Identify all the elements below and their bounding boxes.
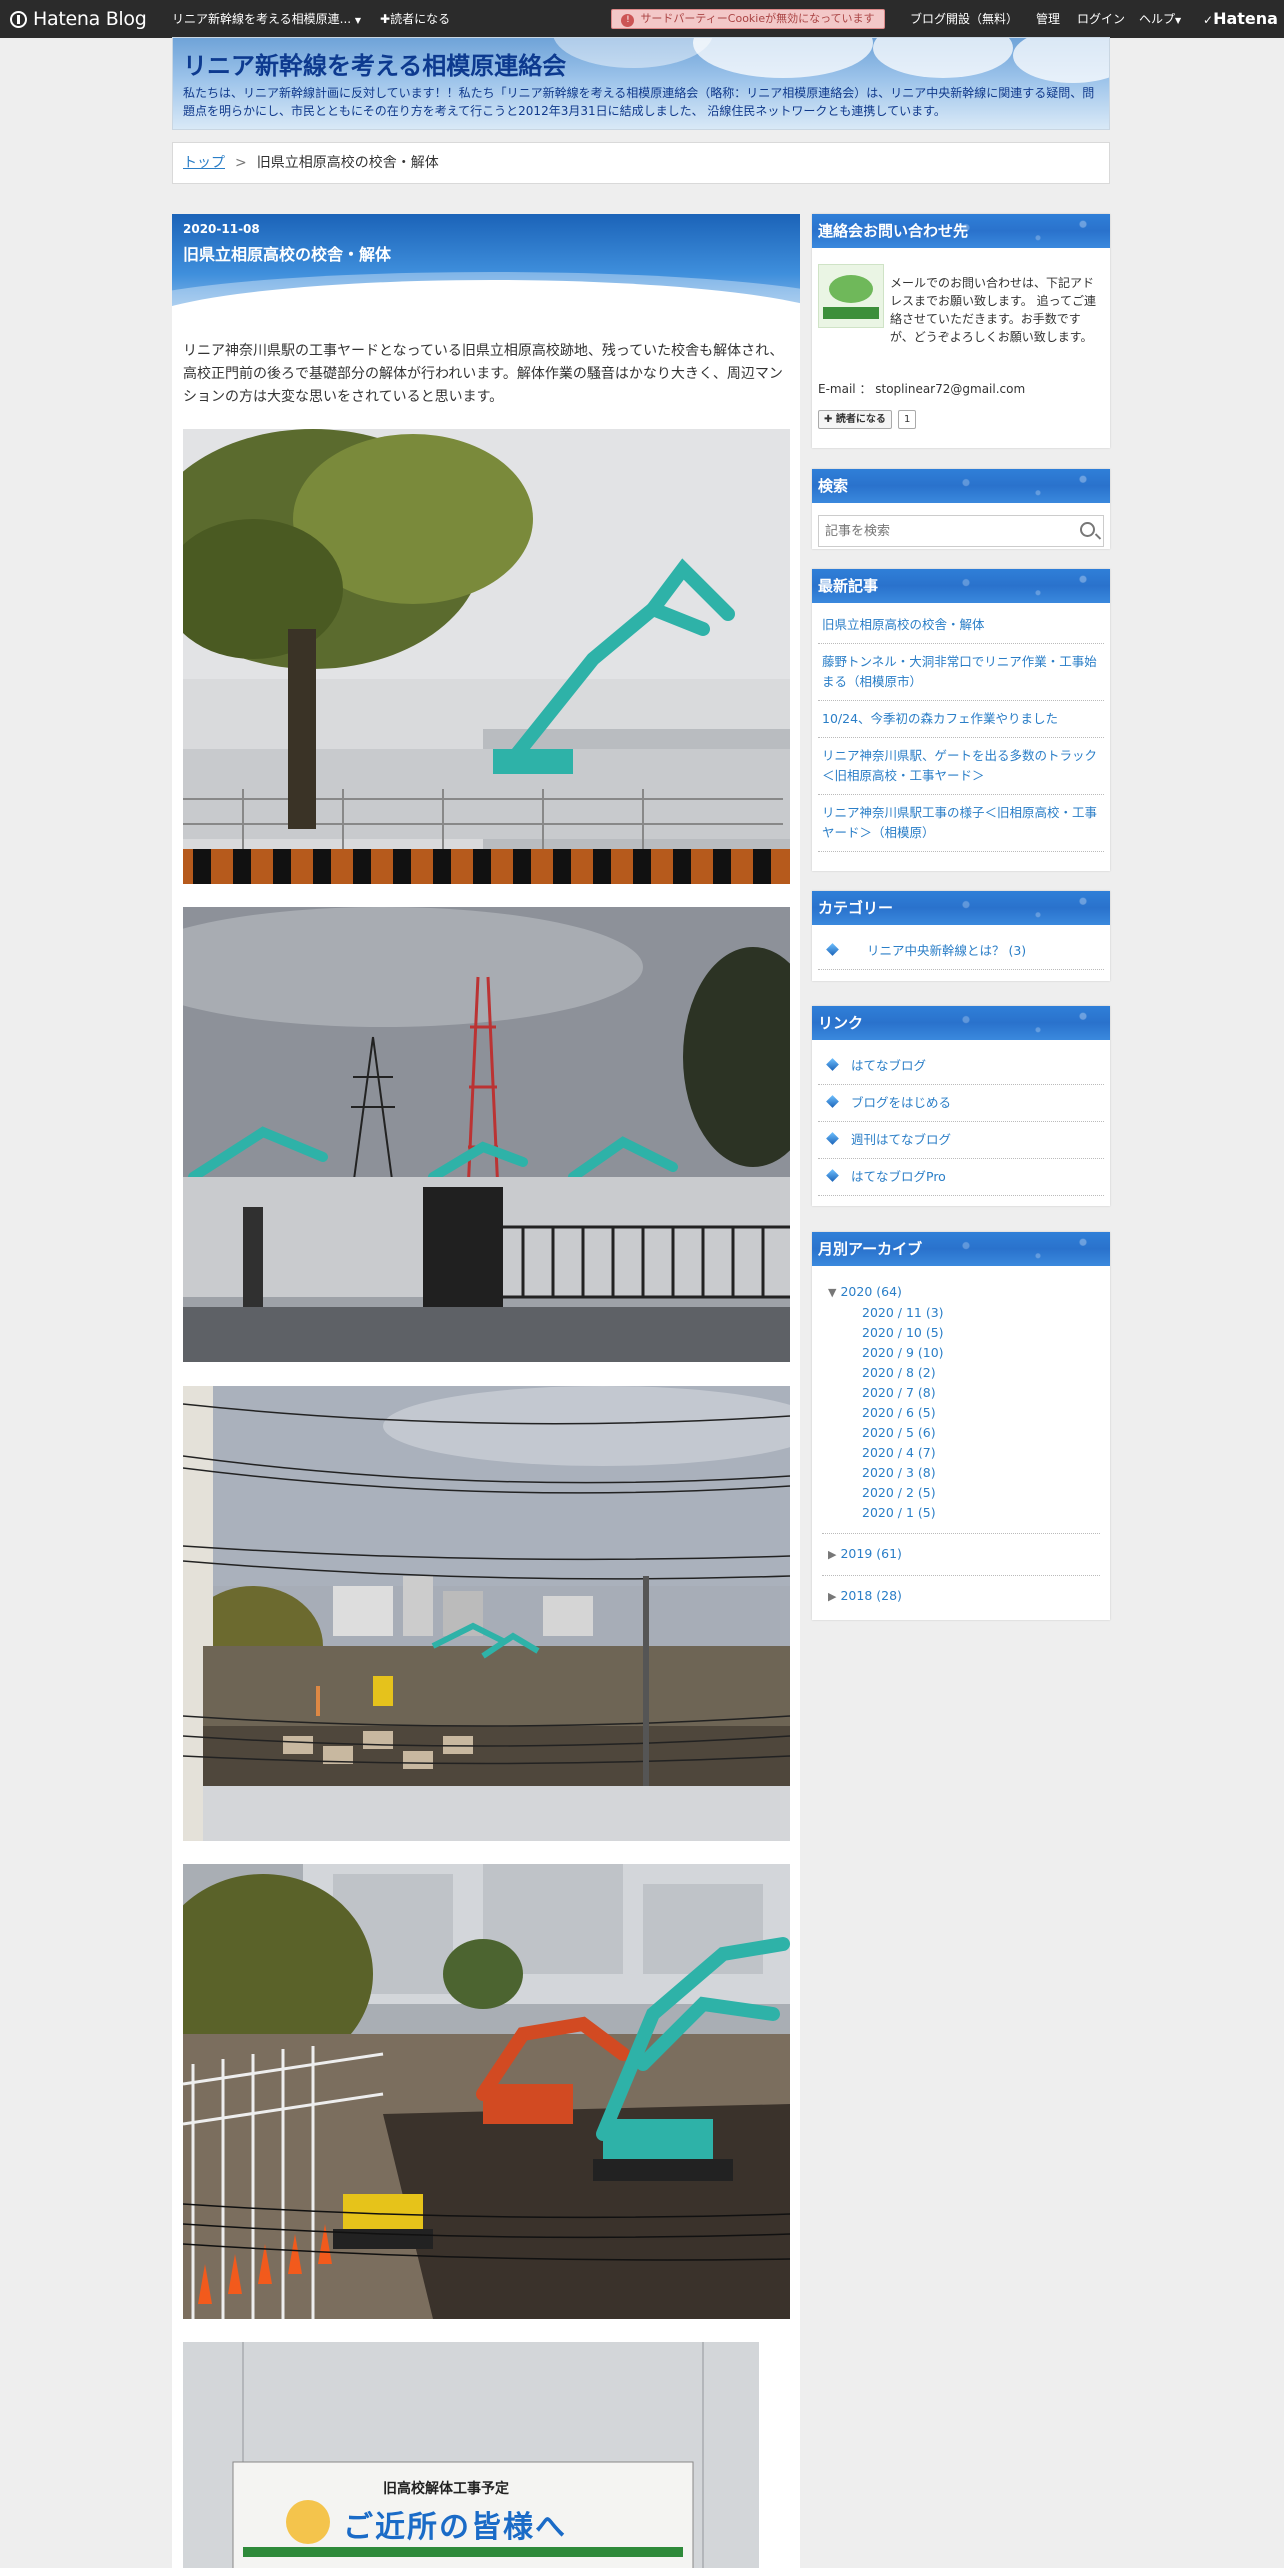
archive-year-2018[interactable]: ▶ 2018 (28) bbox=[818, 1584, 1104, 1607]
archive-month-link[interactable]: 2020 / 6 (5) bbox=[818, 1403, 1104, 1423]
archive-month-link[interactable]: 2020 / 11 (3) bbox=[818, 1303, 1104, 1323]
diamond-bullet-icon bbox=[826, 1132, 839, 1145]
hatena-blog-logo[interactable]: Hatena Blog bbox=[10, 0, 147, 38]
sidebar-archive-module: 月別アーカイブ ▼ 2020 (64) 2020 / 11 (3) 2020 / … bbox=[812, 1232, 1110, 1620]
archive-month-link[interactable]: 2020 / 9 (10) bbox=[818, 1343, 1104, 1363]
hatena-logo[interactable]: ✓Hatena bbox=[1203, 0, 1278, 38]
header-cloud bbox=[553, 38, 713, 68]
sidebar-recent-module: 最新記事 旧県立相原高校の校舎・解体 藤野トンネル・大洞非常口でリニア作業・工事… bbox=[812, 569, 1110, 871]
recent-list: 旧県立相原高校の校舎・解体 藤野トンネル・大洞非常口でリニア作業・工事始まる（相… bbox=[812, 603, 1110, 860]
hatena-bird-icon: ✓ bbox=[1203, 13, 1214, 27]
contact-logo-image bbox=[818, 264, 884, 328]
caret-down-icon: ▼ bbox=[1175, 16, 1182, 25]
archive-divider bbox=[822, 1533, 1100, 1534]
triangle-right-icon: ▶ bbox=[828, 1548, 837, 1561]
module-title-links: リンク bbox=[812, 1006, 1110, 1040]
plus-icon: ✚ bbox=[380, 12, 391, 26]
contact-email: E-mail ： stoplinear72@gmail.com bbox=[818, 382, 1026, 396]
module-title-contact: 連絡会お問い合わせ先 bbox=[812, 214, 1110, 248]
module-title-recent: 最新記事 bbox=[812, 569, 1110, 603]
caret-down-icon: ▼ bbox=[354, 16, 362, 25]
recent-entry-link[interactable]: 藤野トンネル・大洞非常口でリニア作業・工事始まる（相模原市） bbox=[818, 644, 1104, 701]
sidebar-contact-module: 連絡会お問い合わせ先 メールでのお問い合わせは、下記アドレスまでお願い致します。… bbox=[812, 214, 1110, 448]
archive-divider bbox=[822, 1575, 1100, 1576]
archive-year-2019[interactable]: ▶ 2019 (61) bbox=[818, 1542, 1104, 1565]
photo-school-gate[interactable] bbox=[183, 907, 790, 1362]
diamond-bullet-icon bbox=[826, 1058, 839, 1071]
archive-list: ▼ 2020 (64) 2020 / 11 (3) 2020 / 10 (5) 2… bbox=[812, 1266, 1110, 1615]
archive-month-link[interactable]: 2020 / 8 (2) bbox=[818, 1363, 1104, 1383]
triangle-down-icon: ▼ bbox=[828, 1286, 837, 1299]
sign-subtitle: 旧高校解体工事予定 bbox=[383, 2481, 509, 2497]
blog-selector[interactable]: リニア新幹線を考える相模原連... ▼ bbox=[172, 0, 361, 38]
diamond-bullet-icon bbox=[826, 943, 839, 956]
photo-tree-and-excavator[interactable] bbox=[183, 429, 790, 884]
archive-month-link[interactable]: 2020 / 3 (8) bbox=[818, 1463, 1104, 1483]
header-cloud bbox=[873, 38, 1013, 78]
diamond-bullet-icon bbox=[826, 1169, 839, 1182]
entry-body-text: リニア神奈川県駅の工事ヤードとなっている旧県立相原高校跡地、残っていた校舎も解体… bbox=[183, 343, 784, 405]
blog-description: 私たちは、リニア新幹線計画に反対しています！！私たち「リニア新幹線を考える相模原… bbox=[183, 86, 1095, 118]
global-reader-button[interactable]: ✚読者になる bbox=[380, 0, 450, 38]
archive-month-link[interactable]: 2020 / 5 (6) bbox=[818, 1423, 1104, 1443]
header-cloud bbox=[1013, 38, 1109, 83]
search-box bbox=[818, 515, 1104, 547]
login-link[interactable]: ログイン bbox=[1077, 0, 1125, 38]
diamond-bullet-icon bbox=[826, 1095, 839, 1108]
header-cloud bbox=[693, 38, 873, 78]
help-menu[interactable]: ヘルプ▼ bbox=[1139, 0, 1181, 38]
category-list: リニア中央新幹線とは？ (3) bbox=[812, 925, 1110, 978]
link-item[interactable]: ブログをはじめる bbox=[818, 1085, 1104, 1122]
photo-demolition-site-wires[interactable] bbox=[183, 1386, 790, 1841]
article-header: 2020-11-08 旧県立相原高校の校舎・解体 bbox=[172, 214, 800, 314]
cookie-notice[interactable]: ! サードパーティーCookieが無効になっています bbox=[611, 9, 885, 29]
recent-entry-link[interactable]: リニア神奈川県駅、ゲートを出る多数のトラック＜旧相原高校・工事ヤード＞ bbox=[818, 738, 1104, 795]
blog-title[interactable]: リニア新幹線を考える相模原連絡会 bbox=[183, 46, 566, 81]
global-header-bar: Hatena Blog リニア新幹線を考える相模原連... ▼ ✚読者になる !… bbox=[0, 0, 1284, 38]
contact-description: メールでのお問い合わせは、下記アドレスまでお願い致します。 追ってご連絡させてい… bbox=[890, 276, 1097, 344]
admin-link[interactable]: 管理 bbox=[1036, 0, 1060, 38]
sidebar-category-module: カテゴリー リニア中央新幹線とは？ (3) bbox=[812, 891, 1110, 981]
triangle-right-icon: ▶ bbox=[828, 1590, 837, 1603]
open-blog-link[interactable]: ブログ開設（無料） bbox=[910, 0, 1018, 38]
link-item[interactable]: 週刊はてなブログ bbox=[818, 1122, 1104, 1159]
breadcrumb-current: 旧県立相原高校の校舎・解体 bbox=[256, 155, 439, 171]
module-title-search: 検索 bbox=[812, 469, 1110, 503]
search-icon[interactable] bbox=[1080, 522, 1095, 537]
subscriber-count[interactable]: 1 bbox=[898, 410, 917, 429]
plus-icon: ✚ bbox=[824, 414, 836, 425]
link-item[interactable]: はてなブログ bbox=[818, 1048, 1104, 1085]
category-item[interactable]: リニア中央新幹線とは？ (3) bbox=[818, 933, 1104, 970]
breadcrumb-home-link[interactable]: トップ bbox=[183, 155, 225, 171]
entry-title[interactable]: 旧県立相原高校の校舎・解体 bbox=[183, 241, 391, 265]
sign-heading: ご近所の皆様へ bbox=[343, 2510, 567, 2545]
photo-notice-sign[interactable]: 旧高校解体工事予定 ご近所の皆様へ bbox=[183, 2342, 759, 2568]
archive-month-link[interactable]: 2020 / 7 (8) bbox=[818, 1383, 1104, 1403]
search-body bbox=[812, 503, 1110, 559]
breadcrumb: トップ > 旧県立相原高校の校舎・解体 bbox=[172, 142, 1110, 184]
module-title-archive: 月別アーカイブ bbox=[812, 1232, 1110, 1266]
archive-year-2020[interactable]: ▼ 2020 (64) bbox=[818, 1280, 1104, 1303]
archive-month-link[interactable]: 2020 / 4 (7) bbox=[818, 1443, 1104, 1463]
entry-date[interactable]: 2020-11-08 bbox=[183, 222, 260, 236]
link-item[interactable]: はてなブログPro bbox=[818, 1159, 1104, 1196]
photo-excavators-pit[interactable] bbox=[183, 1864, 790, 2319]
recent-entry-link[interactable]: 10/24、今季初の森カフェ作業やりました bbox=[818, 701, 1104, 738]
archive-month-link[interactable]: 2020 / 1 (5) bbox=[818, 1503, 1104, 1523]
sidebar-links-module: リンク はてなブログ ブログをはじめる 週刊はてなブログ はてなブログPro bbox=[812, 1006, 1110, 1206]
warning-icon: ! bbox=[621, 14, 635, 27]
search-input[interactable] bbox=[819, 516, 1077, 546]
archive-month-link[interactable]: 2020 / 10 (5) bbox=[818, 1323, 1104, 1343]
recent-entry-link[interactable]: 旧県立相原高校の校舎・解体 bbox=[818, 607, 1104, 644]
links-list: はてなブログ ブログをはじめる 週刊はてなブログ はてなブログPro bbox=[812, 1040, 1110, 1204]
hatena-logo-icon bbox=[10, 11, 27, 28]
recent-entry-link[interactable]: リニア神奈川県駅工事の様子＜旧相原高校・工事ヤード＞（相模原） bbox=[818, 795, 1104, 852]
module-title-category: カテゴリー bbox=[812, 891, 1110, 925]
article: 2020-11-08 旧県立相原高校の校舎・解体 リニア神奈川県駅の工事ヤードと… bbox=[172, 214, 800, 2568]
archive-month-link[interactable]: 2020 / 2 (5) bbox=[818, 1483, 1104, 1503]
subscribe-button[interactable]: ✚ 読者になる bbox=[818, 410, 892, 429]
blog-header: リニア新幹線を考える相模原連絡会 私たちは、リニア新幹線計画に反対しています！！… bbox=[172, 37, 1110, 130]
sidebar-search-module: 検索 bbox=[812, 469, 1110, 549]
breadcrumb-separator: > bbox=[235, 155, 247, 171]
